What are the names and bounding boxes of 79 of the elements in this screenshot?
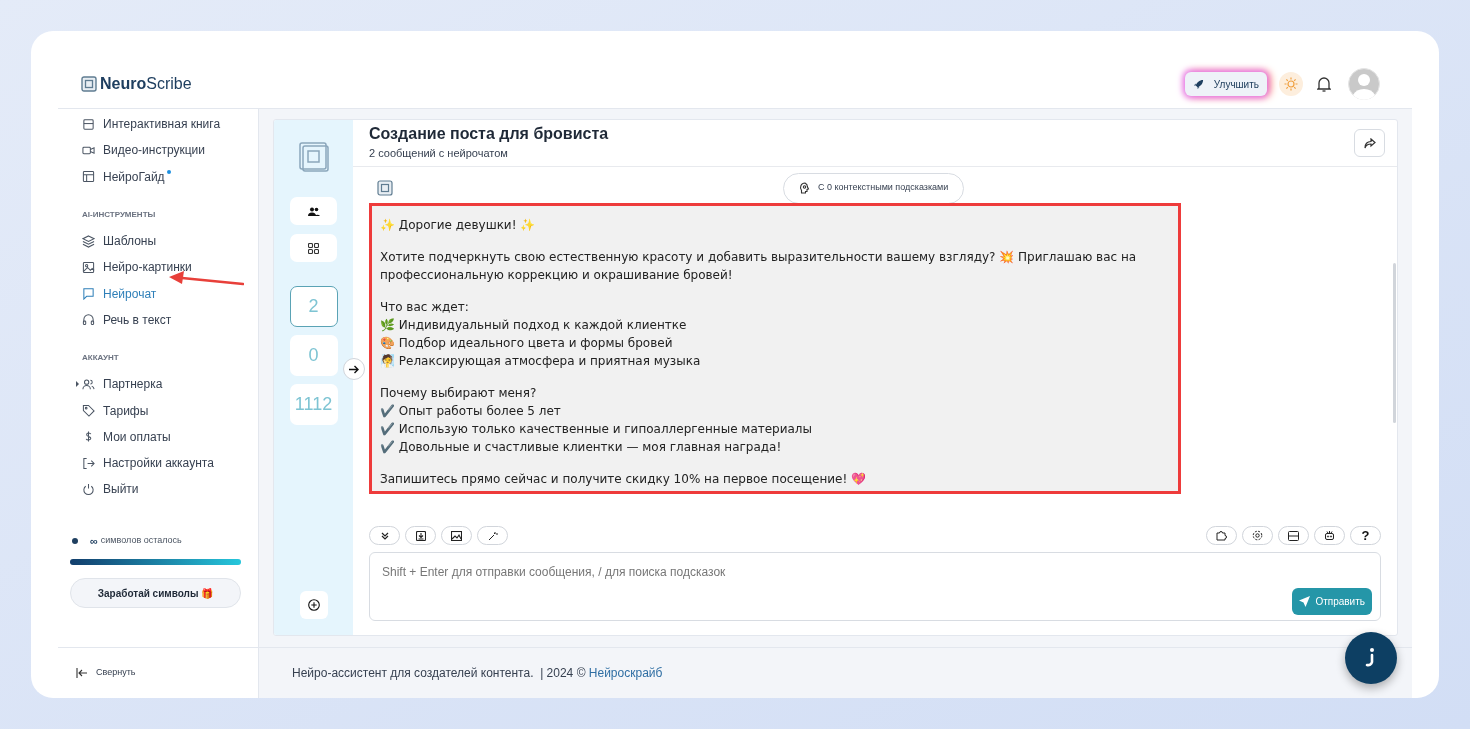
section-heading: AI-ИНСТРУМЕНТЫ	[82, 208, 157, 221]
magic-wand-icon	[487, 530, 498, 541]
message-line: Почему выбирают меня?	[380, 385, 538, 402]
hook-icon	[1365, 647, 1377, 669]
share-icon	[1363, 137, 1376, 149]
nav-icon	[82, 260, 95, 274]
nav-icon	[82, 117, 95, 131]
robot-icon	[1324, 530, 1335, 541]
send-icon	[1299, 596, 1311, 607]
nav-item[interactable]: Видео-инструкции	[82, 137, 258, 164]
nav-item[interactable]: Интерактивная книга	[82, 111, 258, 138]
chat-title: Создание поста для бровиста	[369, 124, 610, 144]
help-button[interactable]: ?	[1350, 526, 1381, 545]
nav-item[interactable]: Нейро-картинки	[82, 254, 258, 281]
context-hints-button[interactable]: С 0 контекстными подсказками	[783, 172, 965, 204]
message-line: 🌿 Индивидуальный подход к каждой клиентке	[380, 317, 688, 334]
send-button[interactable]: Отправить	[1292, 588, 1372, 615]
brain-icon	[799, 182, 811, 194]
nav-item[interactable]: Речь в текст	[82, 306, 258, 334]
logo-icon	[377, 180, 393, 196]
chevrons-down-icon	[380, 531, 389, 540]
users-button[interactable]	[290, 197, 337, 225]
nav-item[interactable]: Шаблоны	[82, 227, 258, 255]
message-line: ✨ Дорогие девушки! ✨	[380, 217, 537, 234]
image-icon	[451, 530, 462, 541]
nav-item[interactable]: Настройки аккаунта	[82, 449, 258, 477]
grid-button[interactable]	[290, 234, 337, 262]
nav-item[interactable]: НейроГайд	[82, 163, 258, 190]
nav-item[interactable]: Выйти	[82, 476, 258, 503]
brand-name[interactable]: NeuroScribe	[100, 72, 192, 96]
nav-icon	[82, 456, 95, 470]
nav-icon	[82, 287, 95, 301]
message-line: профессиональную коррекцию и окрашивание бровей!	[380, 267, 734, 284]
section-heading: АККАУНТ	[82, 352, 120, 365]
add-button[interactable]	[299, 591, 328, 619]
message-line: ✔ Использую только качественные и гипоаллергенные материалы	[380, 421, 814, 438]
sun-icon	[1284, 77, 1298, 91]
collapse-icon[interactable]	[76, 668, 88, 678]
logo-icon	[298, 142, 329, 172]
nav-icon	[82, 377, 95, 391]
expand-arrow-button[interactable]	[343, 358, 365, 380]
upgrade-button[interactable]: Улучшить	[1184, 72, 1267, 96]
chat-widget-button[interactable]	[1345, 632, 1397, 684]
message-line: 🧖 Релаксирующая атмосфера и приятная музыка	[380, 353, 702, 370]
share-button[interactable]	[1354, 129, 1385, 157]
nav-item[interactable]: Партнерка	[82, 371, 258, 398]
nav-item[interactable]: Мои оплаты	[82, 423, 258, 450]
arrow-right-icon	[349, 364, 359, 374]
message-line: 🎨 Подбор идеального цвета и формы бровей	[380, 335, 674, 352]
nav-icon	[82, 482, 95, 496]
layout-icon	[1288, 530, 1299, 541]
footer-link[interactable]: Нейроскрайб	[588, 666, 663, 680]
nav-icon	[82, 404, 95, 417]
settings-icon	[1252, 530, 1263, 541]
users-icon	[307, 206, 320, 216]
nav-icon	[82, 234, 95, 248]
message-line: ✔ Опыт работы более 5 лет	[380, 403, 562, 420]
message-line: Хотите подчеркнуть свою естественную красоту и добавить выразительности вашему взгляду? 💥 Приглашаю вас на	[380, 249, 1138, 266]
download-icon	[415, 530, 426, 541]
collapse-link[interactable]: Свернуть	[96, 666, 136, 680]
message-line: ✔ Довольные и счастливые клиентки — моя главная награда!	[380, 439, 783, 456]
add-icon	[307, 599, 320, 611]
earn-symbols-button[interactable]: Заработай символы 🎁	[70, 578, 241, 609]
bell-icon[interactable]	[1317, 76, 1331, 92]
message-line: Что вас ждет:	[380, 299, 470, 316]
chat-subtitle: 2 сообщений с нейрочатом	[369, 146, 509, 162]
nav-icon	[82, 313, 95, 327]
logo-icon	[81, 76, 97, 92]
message-line: Запишитесь прямо сейчас и получите скидку 10% на первое посещение! 💖	[380, 471, 868, 488]
grid-icon	[308, 242, 319, 254]
message-input[interactable]: Shift + Enter для отправки сообщения, / для поиска подсказок Отправить	[369, 552, 1381, 621]
nav-item[interactable]: Тарифы	[82, 397, 258, 424]
symbols-count: ∞	[90, 533, 98, 549]
symbols-label: символов осталось	[100, 534, 182, 548]
nav-icon	[82, 170, 95, 184]
theme-toggle[interactable]	[1279, 72, 1303, 96]
rocket-icon	[1192, 78, 1204, 90]
footer-text: Нейро-ассистент для создателей контента. | 2024 © Нейроскрайб	[292, 665, 663, 682]
nav-item[interactable]: Нейрочат	[82, 280, 258, 307]
